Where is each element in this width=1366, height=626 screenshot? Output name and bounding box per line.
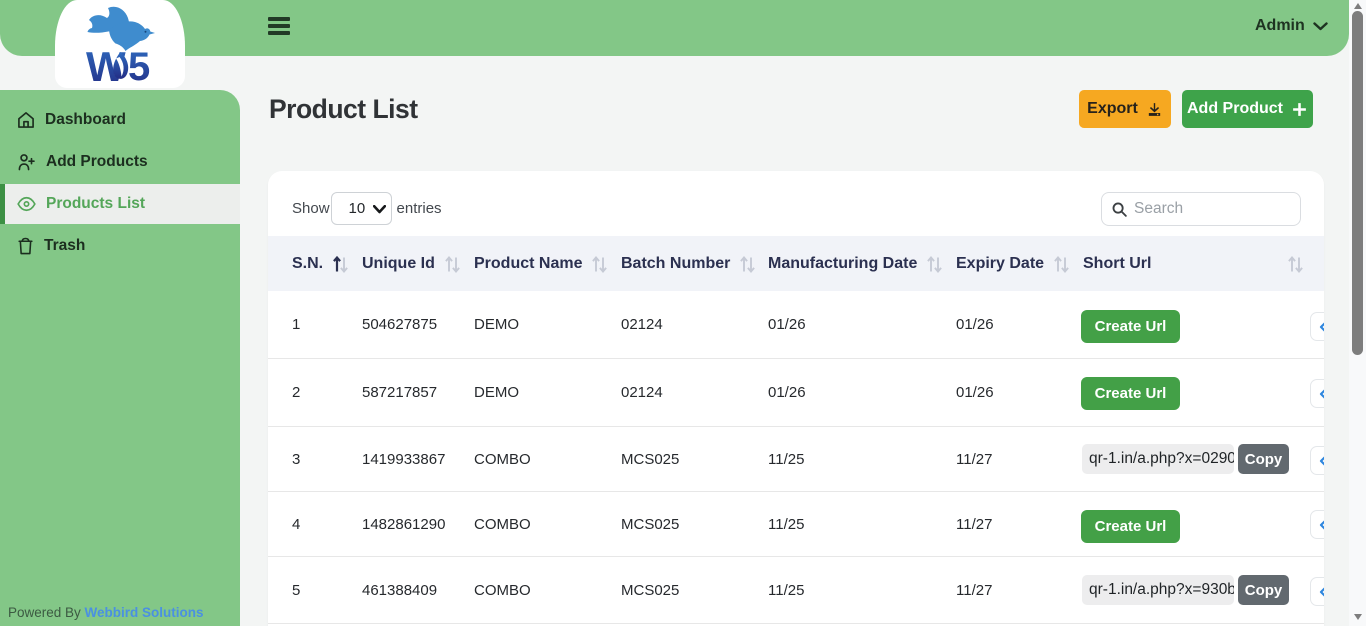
svg-text:5: 5 [128, 45, 150, 88]
